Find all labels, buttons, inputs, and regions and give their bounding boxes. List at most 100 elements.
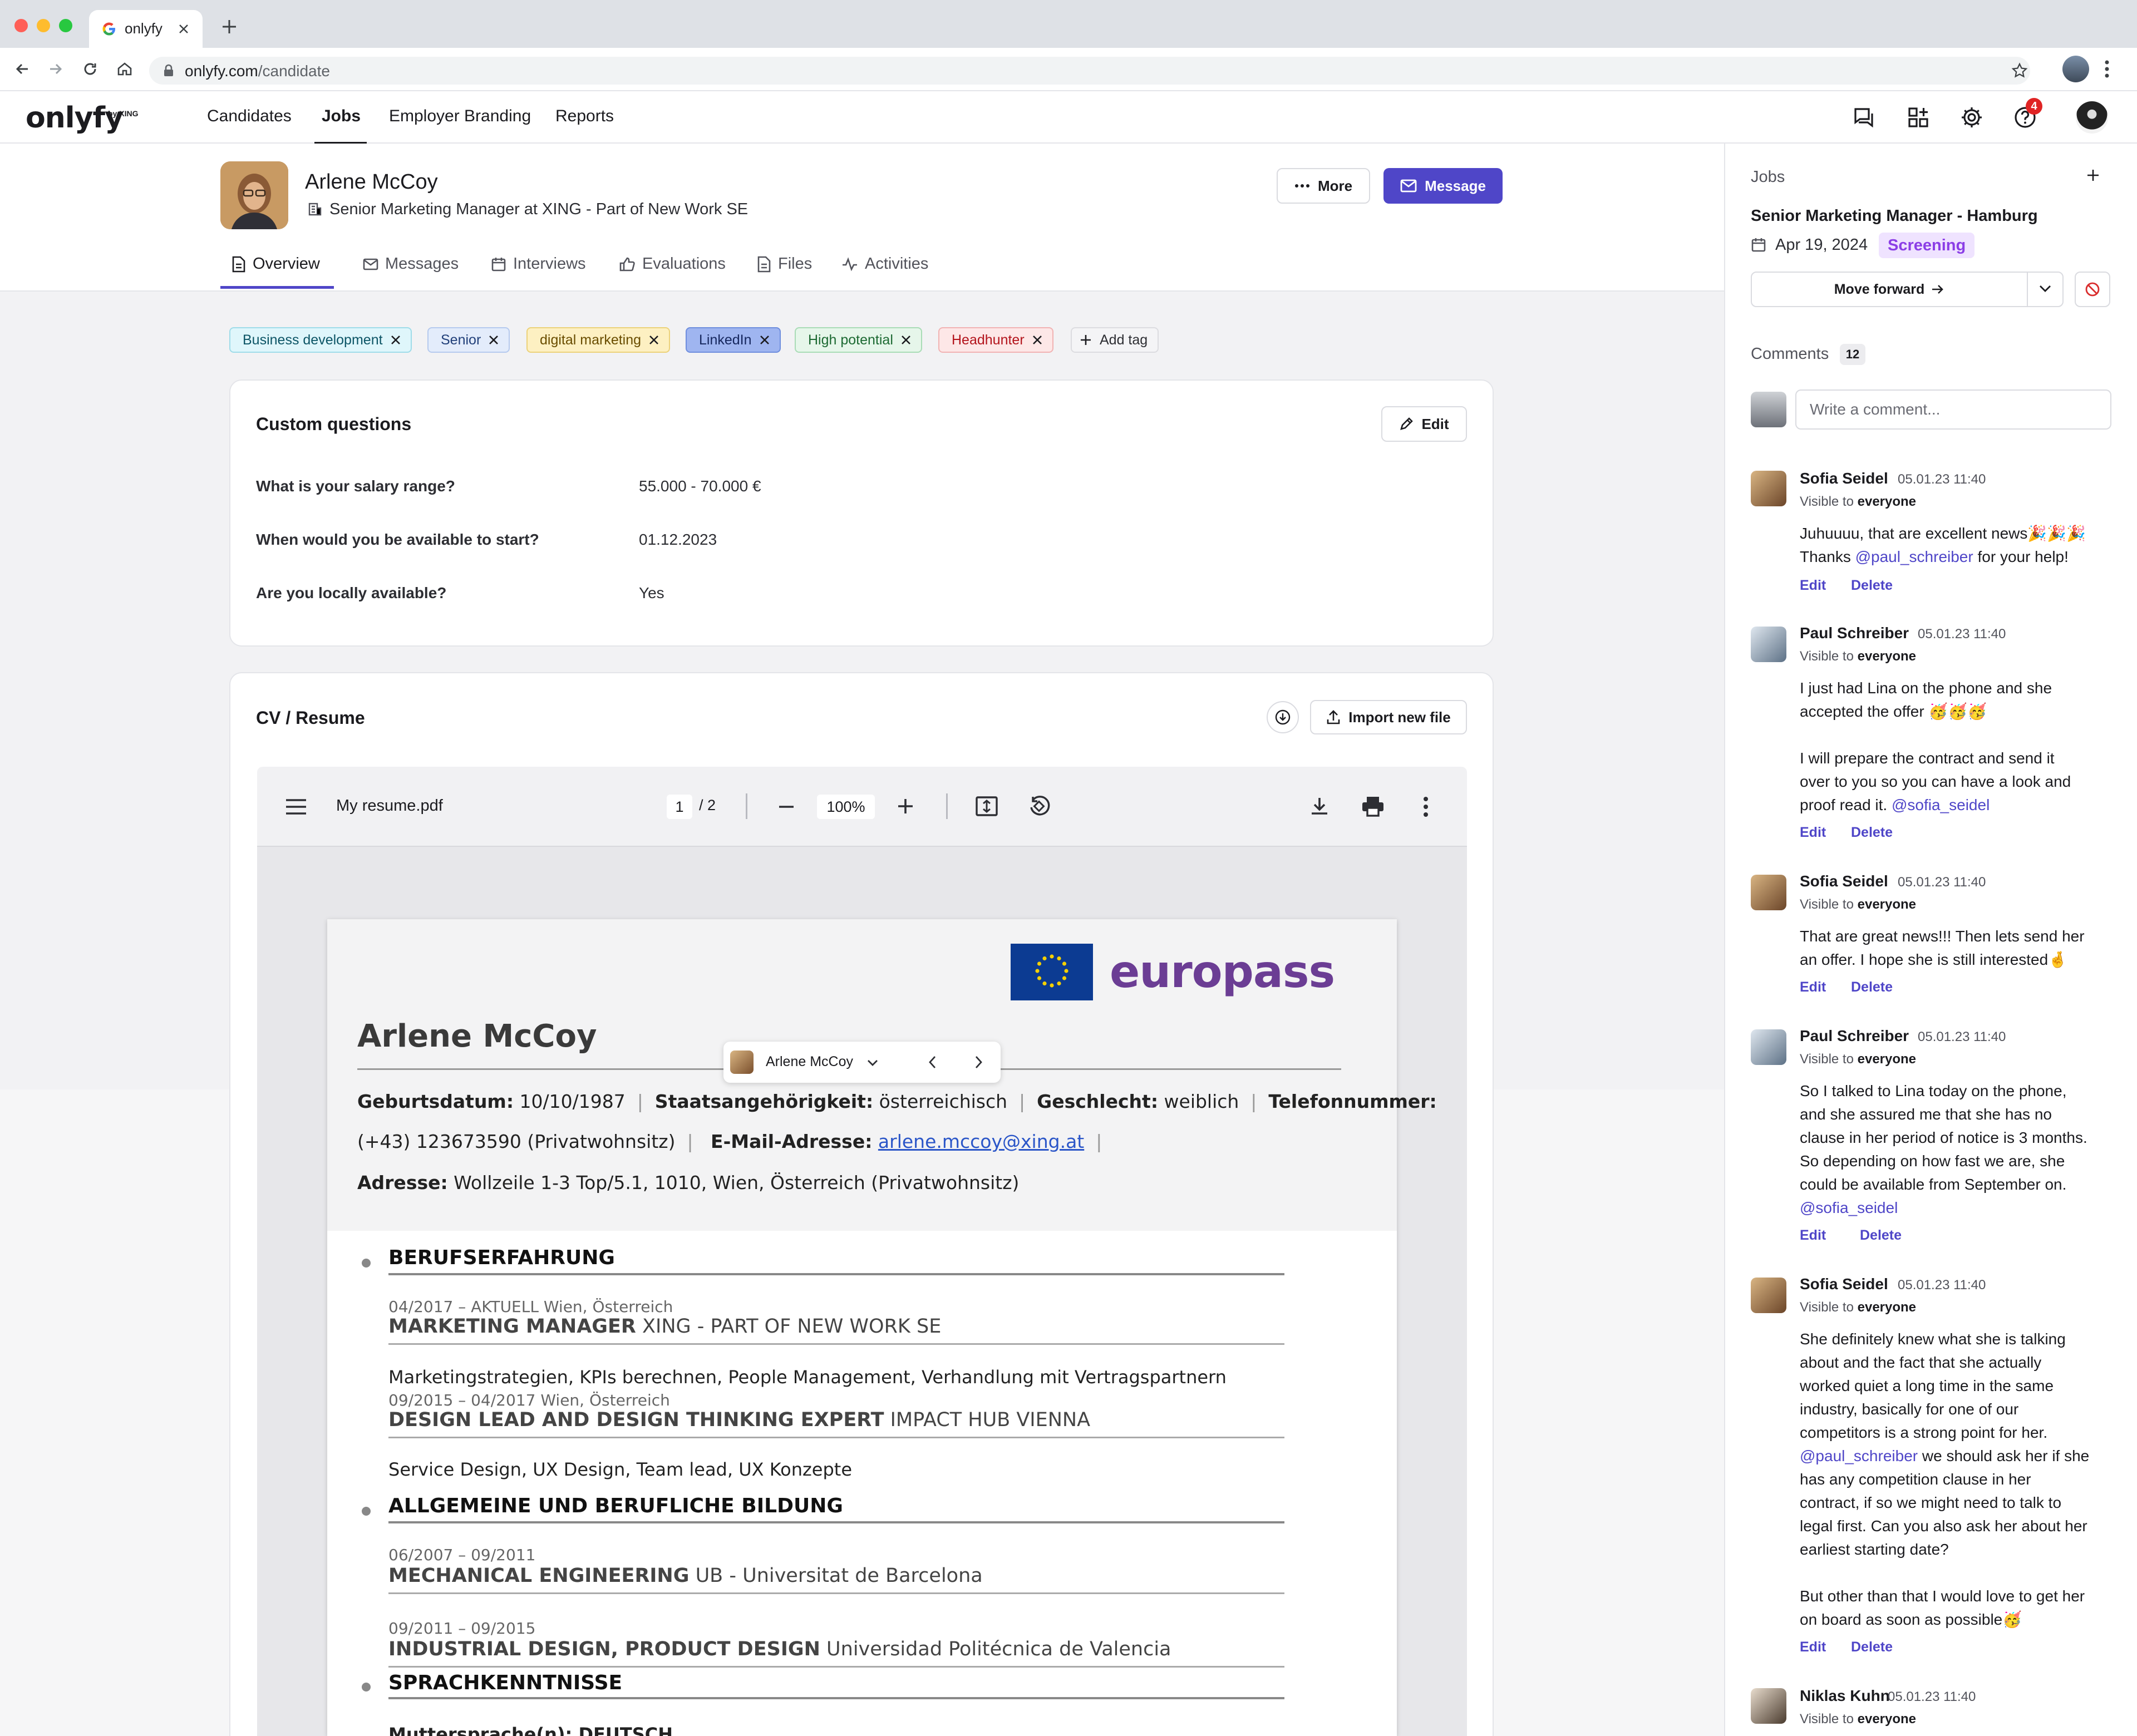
comment-author: Sofia Seidel — [1800, 470, 1888, 487]
comment-author: Paul Schreiber — [1800, 624, 1909, 642]
chat-icon[interactable] — [1852, 106, 1875, 129]
chevron-left-icon[interactable] — [926, 1055, 939, 1069]
message-label: Message — [1425, 177, 1486, 194]
nav-employer-branding[interactable]: Employer Branding — [389, 107, 531, 126]
tag-digital-marketing[interactable]: digital marketing — [526, 327, 671, 353]
message-button[interactable]: Message — [1383, 168, 1503, 204]
fit-page-icon[interactable] — [975, 796, 998, 817]
cv-email-link[interactable]: arlene.mccoy@xing.at — [878, 1131, 1084, 1152]
tag-linkedin[interactable]: LinkedIn — [686, 327, 781, 353]
home-icon[interactable] — [116, 60, 134, 78]
close-icon[interactable] — [901, 335, 911, 345]
comment-delete-link[interactable]: Delete — [1860, 1227, 1902, 1244]
zoom-input[interactable]: 100% — [817, 795, 875, 819]
download-icon[interactable] — [1309, 796, 1330, 817]
add-job-icon[interactable] — [2086, 168, 2100, 183]
comment-edit-link[interactable]: Edit — [1800, 578, 1826, 594]
job-title[interactable]: Senior Marketing Manager - Hamburg — [1751, 207, 2038, 225]
question-local: Are you locally available? — [256, 584, 447, 601]
bookmark-star-icon[interactable] — [2011, 62, 2028, 79]
window-minimize-button[interactable] — [37, 19, 50, 32]
comment-edit-link[interactable]: Edit — [1800, 825, 1826, 841]
gear-icon[interactable] — [1960, 106, 1983, 129]
browser-profile-avatar[interactable] — [2062, 56, 2089, 82]
section-bullet — [362, 1507, 371, 1516]
close-icon[interactable] — [649, 335, 659, 345]
tab-messages[interactable]: Messages — [363, 255, 459, 273]
forward-icon[interactable] — [47, 60, 65, 78]
close-icon[interactable] — [391, 335, 401, 345]
comment-edit-link[interactable]: Edit — [1800, 1639, 1826, 1655]
menu-icon[interactable] — [285, 798, 307, 816]
close-icon[interactable] — [1032, 335, 1042, 345]
comment-delete-link[interactable]: Delete — [1851, 825, 1893, 841]
comment-edit-link[interactable]: Edit — [1800, 979, 1826, 995]
new-tab-icon[interactable] — [220, 18, 238, 36]
tag-business-development[interactable]: Business development — [229, 327, 412, 353]
page-total: / 2 — [699, 797, 716, 813]
address-bar[interactable]: onlyfy.com/candidate — [149, 57, 2030, 85]
tab-activities[interactable]: Activities — [841, 255, 928, 273]
chevron-down-icon[interactable] — [866, 1056, 879, 1069]
answer-local: Yes — [639, 584, 664, 601]
tab-files[interactable]: Files — [757, 255, 812, 273]
comment-date: 05.01.23 11:40 — [1898, 472, 1986, 487]
comment-author: Sofia Seidel — [1800, 1275, 1888, 1293]
zoom-out-icon[interactable] — [777, 799, 796, 815]
edit-questions-button[interactable]: Edit — [1381, 406, 1467, 442]
tab-evaluations[interactable]: Evaluations — [619, 255, 726, 273]
import-file-button[interactable]: Import new file — [1310, 700, 1467, 734]
apps-icon[interactable] — [1907, 106, 1930, 129]
nav-candidates[interactable]: Candidates — [207, 107, 292, 126]
nav-jobs[interactable]: Jobs — [322, 107, 361, 126]
back-icon[interactable] — [13, 60, 31, 78]
comment-avatar — [1751, 471, 1786, 506]
comment-edit-link[interactable]: Edit — [1800, 1227, 1826, 1244]
window-close-button[interactable] — [14, 19, 28, 32]
cv-section-experience: BERUFSERFAHRUNG — [388, 1246, 615, 1269]
download-cv-button[interactable] — [1267, 701, 1299, 733]
comment-input[interactable]: Write a comment... — [1795, 389, 2111, 430]
user-avatar[interactable] — [2076, 101, 2108, 134]
app-header: onlyfy by XING Candidates Jobs Employer … — [0, 90, 2137, 145]
more-vertical-icon[interactable] — [1422, 796, 1429, 818]
tab-overview[interactable]: Overview — [232, 255, 320, 273]
more-button[interactable]: More — [1277, 168, 1370, 204]
comment-delete-link[interactable]: Delete — [1851, 578, 1893, 594]
comment-visibility: Visible to everyone — [1800, 1712, 1917, 1727]
comment-visibility: Visible to everyone — [1800, 897, 1917, 912]
url-text: onlyfy.com/candidate — [185, 62, 330, 80]
google-favicon-icon — [102, 22, 115, 36]
chevron-right-icon[interactable] — [972, 1055, 985, 1069]
chevron-down-icon[interactable] — [2038, 283, 2052, 295]
add-tag-button[interactable]: Add tag — [1071, 327, 1159, 353]
comment-delete-link[interactable]: Delete — [1851, 1639, 1893, 1655]
tag-senior[interactable]: Senior — [427, 327, 510, 353]
window-maximize-button[interactable] — [59, 19, 72, 32]
logo[interactable]: onlyfy — [26, 101, 124, 135]
browser-tab[interactable]: onlyfy — [89, 10, 203, 48]
cv-divider — [388, 1343, 1284, 1345]
floating-candidate-switcher[interactable]: Arlene McCoy — [723, 1042, 1001, 1083]
nav-reports[interactable]: Reports — [555, 107, 614, 126]
tag-high-potential[interactable]: High potential — [795, 327, 922, 353]
reload-icon[interactable] — [81, 60, 99, 78]
zoom-in-icon[interactable] — [896, 797, 915, 816]
tab-interviews[interactable]: Interviews — [491, 255, 586, 273]
europass-logo: europass — [1110, 946, 1335, 998]
print-icon[interactable] — [1361, 796, 1385, 817]
page-number-input[interactable]: 1 — [667, 795, 692, 819]
comment-author: Niklas Kuhn — [1800, 1687, 1890, 1704]
close-tab-icon[interactable] — [178, 23, 189, 34]
browser-menu-icon[interactable] — [2104, 59, 2110, 79]
comment-delete-link[interactable]: Delete — [1851, 979, 1893, 995]
cv-edu2-date: 09/2011 – 09/2015 — [388, 1619, 536, 1638]
close-icon[interactable] — [760, 335, 770, 345]
tab-interviews-label: Interviews — [513, 255, 586, 273]
close-icon[interactable] — [489, 335, 499, 345]
reject-button[interactable] — [2075, 272, 2110, 307]
rotate-icon[interactable] — [1027, 795, 1051, 818]
tag-headhunter[interactable]: Headhunter — [938, 327, 1053, 353]
move-forward-button[interactable]: Move forward — [1752, 273, 2027, 306]
comment-date: 05.01.23 11:40 — [1898, 1278, 1986, 1293]
